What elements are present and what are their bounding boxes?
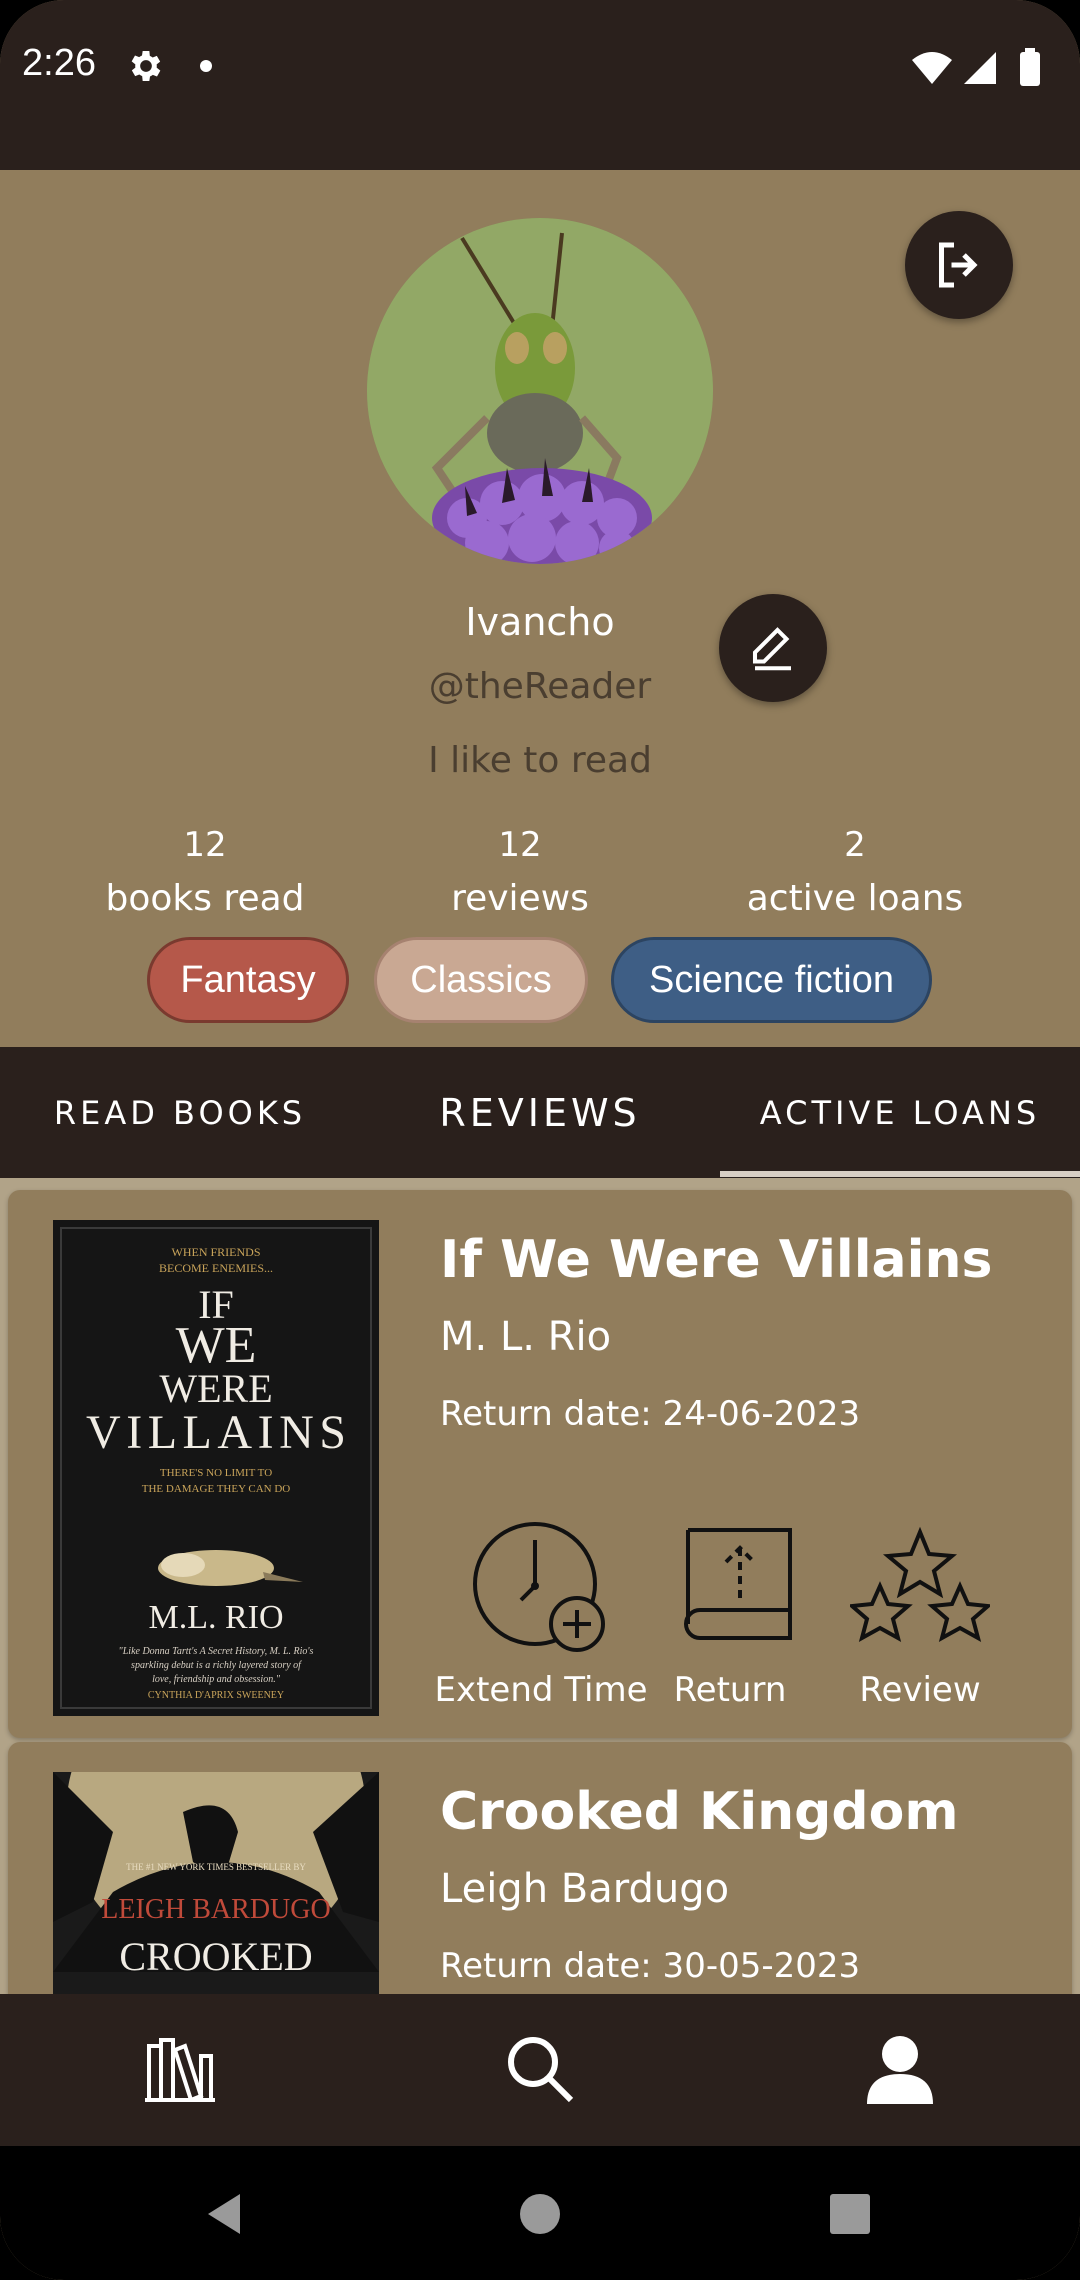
signal-icon xyxy=(964,52,996,84)
book-cover-if-we-were-villains: WHEN FRIENDS BECOME ENEMIES... IF WE WER… xyxy=(53,1220,379,1716)
nav-library[interactable] xyxy=(130,2019,230,2119)
home-icon[interactable] xyxy=(516,2190,564,2238)
return-date: Return date: 24-06-2023 xyxy=(440,1394,861,1434)
app-screen: 2:26 Ivancho @theReader I like to read 1… xyxy=(0,0,1080,2280)
status-bar: 2:26 xyxy=(0,0,1080,170)
return-label: Return xyxy=(673,1670,787,1710)
cover-text: THERE'S NO LIMIT TO xyxy=(160,1467,272,1479)
cover-text: sparkling debut is a richly layered stor… xyxy=(131,1660,302,1671)
search-icon xyxy=(508,2037,574,2103)
cover-text: love, friendship and obsession." xyxy=(152,1674,281,1685)
return-date: Return date: 30-05-2023 xyxy=(440,1946,861,1986)
gear-icon xyxy=(131,51,161,81)
book-cover-crooked-kingdom: THE #1 NEW YORK TIMES BESTSELLER BY LEIG… xyxy=(53,1772,379,1994)
book-author: Leigh Bardugo xyxy=(440,1866,730,1912)
cover-text: "Like Donna Tartt's A Secret History, M.… xyxy=(119,1646,314,1657)
active-loans-list[interactable]: WHEN FRIENDS BECOME ENEMIES... IF WE WER… xyxy=(0,1178,1080,1994)
tab-read-books[interactable]: READ BOOKS xyxy=(0,1047,360,1178)
genre-chip-classics[interactable]: Classics xyxy=(374,937,588,1023)
book-upload-icon xyxy=(684,1528,792,1640)
loan-card[interactable]: WHEN FRIENDS BECOME ENEMIES... IF WE WER… xyxy=(8,1190,1072,1738)
profile-bio: I like to read xyxy=(428,740,652,781)
system-status-icons xyxy=(912,48,1040,86)
nav-search[interactable] xyxy=(490,2019,590,2119)
stars-icon xyxy=(850,1526,990,1643)
system-navigation-bar xyxy=(0,2146,1080,2280)
edit-profile-button[interactable] xyxy=(719,594,827,702)
status-time: 2:26 xyxy=(22,42,96,84)
book-author: M. L. Rio xyxy=(440,1314,612,1360)
recents-icon[interactable] xyxy=(828,2192,872,2236)
battery-icon xyxy=(1020,52,1040,86)
avatar xyxy=(367,218,713,564)
nav-profile[interactable] xyxy=(850,2019,950,2119)
tab-indicator xyxy=(720,1171,1080,1177)
stat-active-loans: 2 active loans xyxy=(746,825,964,919)
cover-text: WHEN FRIENDS xyxy=(172,1245,261,1259)
profile-icon xyxy=(867,2036,933,2104)
tab-active-loans[interactable]: ACTIVE LOANS xyxy=(720,1047,1080,1178)
back-icon[interactable] xyxy=(200,2190,248,2238)
extend-time-button[interactable]: Extend Time xyxy=(426,1520,656,1710)
book-title: Crooked Kingdom xyxy=(440,1782,959,1842)
stat-reviews: 12 reviews xyxy=(451,825,589,919)
tab-reviews[interactable]: REVIEWS xyxy=(360,1047,720,1178)
notification-dot-icon xyxy=(200,60,212,72)
cover-title: WERE xyxy=(159,1366,272,1411)
grasshopper-photo xyxy=(367,218,713,564)
cover-title: CROOKED xyxy=(119,1934,312,1979)
review-button[interactable]: Review xyxy=(840,1520,1000,1710)
return-button[interactable]: Return xyxy=(660,1520,800,1710)
stat-books-read: 12 books read xyxy=(105,825,305,919)
cover-text: BECOME ENEMIES... xyxy=(159,1261,273,1275)
logout-button[interactable] xyxy=(905,211,1013,319)
logout-icon xyxy=(939,242,978,288)
cover-author: M.L. RIO xyxy=(148,1599,283,1636)
pencil-icon xyxy=(752,627,791,671)
cover-text: THE #1 NEW YORK TIMES BESTSELLER BY xyxy=(126,1862,306,1872)
profile-handle: @theReader xyxy=(428,666,652,707)
cover-text: CYNTHIA D'APRIX SWEENEY xyxy=(148,1690,284,1701)
cover-text: THE DAMAGE THEY CAN DO xyxy=(142,1483,291,1495)
book-title: If We Were Villains xyxy=(440,1230,993,1290)
loan-card[interactable]: THE #1 NEW YORK TIMES BESTSELLER BY LEIG… xyxy=(8,1742,1072,1994)
clock-plus-icon xyxy=(473,1522,605,1652)
genre-chip-science-fiction[interactable]: Science fiction xyxy=(611,937,932,1023)
profile-tabs: READ BOOKS REVIEWS ACTIVE LOANS xyxy=(0,1047,1080,1178)
library-icon xyxy=(145,2038,215,2102)
bottom-navigation xyxy=(0,1994,1080,2146)
extend-time-label: Extend Time xyxy=(434,1670,648,1710)
genre-chip-fantasy[interactable]: Fantasy xyxy=(147,937,349,1023)
wifi-icon xyxy=(912,52,952,84)
review-label: Review xyxy=(859,1670,981,1710)
cover-author: LEIGH BARDUGO xyxy=(101,1894,330,1925)
profile-name: Ivancho xyxy=(465,600,615,644)
